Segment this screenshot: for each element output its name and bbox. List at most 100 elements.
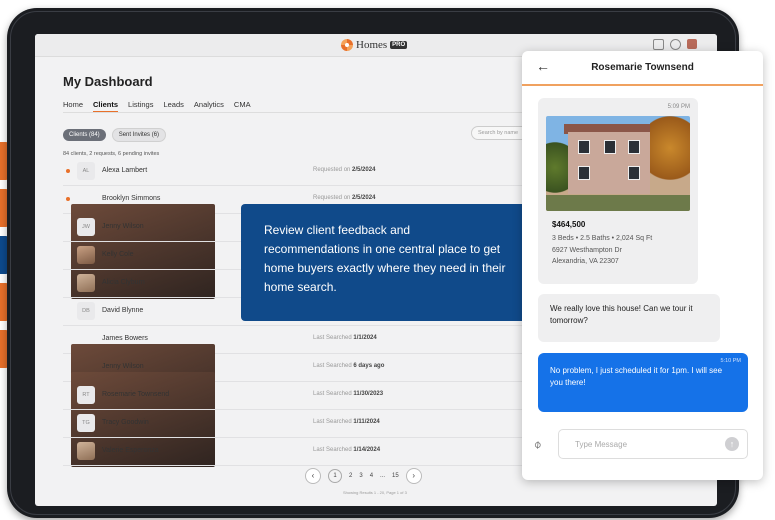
message-input[interactable]: Type Message: [558, 429, 748, 459]
client-name[interactable]: Jenny Wilson: [102, 223, 144, 230]
house-window: [604, 140, 616, 154]
status-label: Last Searched: [313, 363, 352, 369]
client-status: Last Searched 1/14/2024: [313, 447, 380, 453]
notification-icon[interactable]: [670, 39, 681, 50]
send-arrow-icon[interactable]: ↑: [725, 437, 739, 451]
chat-panel: ← Rosemarie Townsend 5:09 PM $464,500 3 …: [522, 51, 763, 480]
client-status: Last Searched 11/30/2023: [313, 391, 383, 397]
unread-dot: [66, 197, 70, 201]
listing-street: 6927 Westhampton Dr: [552, 246, 622, 254]
avatar: [77, 442, 95, 460]
listing-specs: 3 Beds • 2.5 Baths • 2,024 Sq Ft: [552, 235, 653, 242]
status-label: Requested on: [313, 195, 351, 201]
status-value: 11/30/2023: [353, 391, 384, 397]
brand-name: Homes: [356, 39, 388, 51]
listing-card[interactable]: 5:09 PM $464,500 3 Beds • 2.5 Baths • 2,…: [538, 98, 698, 284]
client-name[interactable]: David Blynne: [102, 307, 143, 314]
pagination-info: Showing Results 1 - 20, Page 1 of 3: [343, 490, 407, 495]
outgoing-message-text: No problem, I just scheduled it for 1pm.…: [550, 366, 723, 387]
message-composer: ⌀ Type Message ↑: [522, 425, 763, 465]
client-status: Requested on 2/5/2024: [313, 195, 375, 201]
client-name[interactable]: James Bowers: [102, 335, 148, 342]
status-label: Last Searched: [313, 335, 352, 341]
client-name[interactable]: Alexa Lambert: [102, 167, 147, 174]
pagination: ‹ 1 2 3 4 ... 15 ›: [305, 468, 422, 484]
client-name[interactable]: Jenny Wilson: [102, 363, 144, 370]
client-name[interactable]: Rosemarie Townsend: [102, 391, 169, 398]
status-label: Last Searched: [313, 391, 352, 397]
chat-header: ← Rosemarie Townsend: [522, 51, 763, 86]
page-number[interactable]: 2: [349, 473, 352, 479]
table-row[interactable]: Jenny Wilson Last Searched 6 days ago: [63, 354, 533, 467]
avatar: [77, 274, 95, 292]
table-row[interactable]: James Bowers Last Searched 1/1/2024: [63, 326, 533, 439]
status-label: Last Searched: [313, 447, 352, 453]
listing-city: Alexandria, VA 22307: [552, 258, 619, 265]
avatar: AL: [77, 162, 95, 180]
page-number[interactable]: 1: [328, 469, 342, 483]
message-time: 5:10 PM: [720, 358, 741, 364]
incoming-message: We really love this house! Can we tour i…: [538, 294, 720, 342]
avatar: [77, 246, 95, 264]
chat-contact-name: Rosemarie Townsend: [591, 62, 694, 73]
table-row[interactable]: Valerie Esperonza Last Searched 1/14/202…: [63, 438, 533, 466]
house-shape: [568, 132, 650, 194]
logo-mark-icon: [341, 39, 353, 51]
filter-pills: Clients (84) Sent Invites (6): [63, 128, 167, 142]
outgoing-message: 5:10 PM No problem, I just scheduled it …: [538, 353, 748, 412]
listing-photo[interactable]: [546, 116, 690, 211]
page-ellipsis: ...: [380, 473, 386, 479]
client-status: Requested on 2/5/2024: [313, 167, 375, 173]
status-value: 1/14/2024: [353, 447, 381, 453]
client-name[interactable]: Brooklyn Simmons: [102, 195, 160, 202]
client-status: Last Searched 1/1/2024: [313, 335, 377, 341]
tree-shape: [650, 116, 690, 196]
unread-dot: [66, 169, 70, 173]
page-title: My Dashboard: [63, 74, 153, 89]
listing-details: 3 Beds • 2.5 Baths • 2,024 Sq Ft 6927 We…: [552, 233, 652, 268]
ground-shape: [546, 195, 690, 211]
client-name[interactable]: Alicia Clyburn: [102, 279, 145, 286]
nav-divider: [63, 112, 533, 113]
feature-callout: Review client feedback and recommendatio…: [241, 204, 529, 321]
table-row[interactable]: RT Rosemarie Townsend Last Searched 11/3…: [63, 382, 533, 410]
prev-page-button[interactable]: ‹: [305, 468, 321, 484]
house-window: [628, 166, 640, 180]
avatar: RT: [77, 386, 95, 404]
status-label: Last Searched: [313, 419, 352, 425]
page-number[interactable]: 3: [359, 473, 362, 479]
pro-badge: PRO: [390, 41, 408, 49]
client-name[interactable]: Valerie Esperonza: [102, 447, 159, 454]
table-row[interactable]: AL Alexa Lambert Requested on 2/5/2024: [63, 158, 533, 186]
client-name[interactable]: Tracy Goodwin: [102, 419, 149, 426]
topbar-icons: [653, 39, 697, 50]
status-value: 2/5/2024: [352, 195, 376, 201]
status-value: 1/11/2024: [353, 419, 380, 425]
client-status: Last Searched 1/11/2024: [313, 419, 380, 425]
page-number[interactable]: 15: [392, 473, 399, 479]
paperclip-icon[interactable]: ⌀: [531, 437, 544, 451]
user-avatar[interactable]: [687, 39, 697, 49]
avatar: JW: [77, 218, 95, 236]
table-row[interactable]: TG Tracy Goodwin Last Searched 1/11/2024: [63, 410, 533, 438]
house-window: [578, 166, 590, 180]
message-time: 5:09 PM: [667, 104, 690, 110]
chat-icon[interactable]: [653, 39, 664, 50]
avatar: TG: [77, 414, 95, 432]
status-value: 6 days ago: [353, 363, 385, 369]
status-label: Requested on: [313, 167, 351, 173]
house-window: [628, 140, 640, 154]
client-status: Last Searched 6 days ago: [313, 363, 384, 369]
client-name[interactable]: Kelly Cole: [102, 251, 134, 258]
next-page-button[interactable]: ›: [405, 468, 422, 484]
client-summary: 84 clients, 2 requests, 6 pending invite…: [63, 151, 160, 157]
listing-price: $464,500: [552, 220, 586, 229]
status-value: 2/5/2024: [352, 167, 376, 173]
house-window: [578, 140, 590, 154]
avatar: DB: [77, 302, 95, 320]
clients-pill[interactable]: Clients (84): [63, 129, 106, 141]
homes-logo[interactable]: Homes PRO: [341, 38, 408, 52]
page-number[interactable]: 4: [370, 473, 373, 479]
status-value: 1/1/2024: [353, 335, 377, 341]
invites-pill[interactable]: Sent Invites (6): [111, 128, 167, 142]
